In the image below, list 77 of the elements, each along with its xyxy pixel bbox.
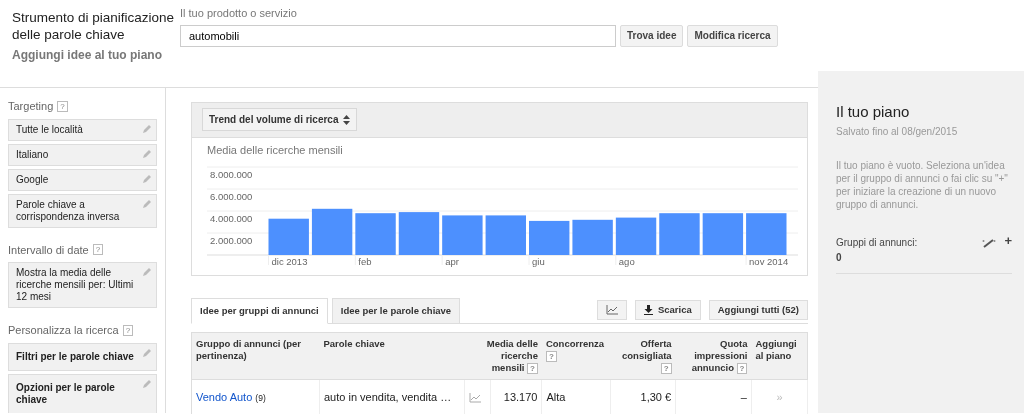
bar [702, 212, 744, 255]
field-label: Il tuo prodotto o servizio [180, 6, 298, 21]
bar [311, 208, 353, 255]
ad-groups-label: Gruppi di annunci: [836, 235, 918, 250]
axis-label: 6.000.000 [210, 190, 253, 202]
keyword-count: (9) [255, 392, 266, 403]
section-title: Targeting [8, 99, 54, 114]
sort-icon [342, 114, 350, 125]
targeting-setting[interactable]: Filtri per le parole chiave [8, 342, 157, 371]
bar [746, 212, 787, 255]
saved-date: Salvato fino al 08/gen/2015 [836, 124, 959, 139]
targeting-setting[interactable]: Parole chiave a corrispondenza inversa [8, 193, 157, 228]
line-chart-icon [605, 304, 618, 315]
empty-plan-message: Il tuo piano è vuoto. Seleziona un'idea per il gruppo di annunci o fai clic su "+" per iniziare la creazione di un nuovo gruppo di annunci. [836, 158, 1009, 211]
page-subtitle: Aggiungi idee al tuo piano [12, 47, 163, 64]
help-icon[interactable]: ? [545, 350, 557, 362]
targeting-setting[interactable]: Opzioni per le parole chiave [8, 373, 157, 413]
axis-label: 4.000.000 [210, 212, 253, 224]
help-icon[interactable]: ? [122, 324, 134, 336]
targeting-setting[interactable]: Tutte le località [8, 118, 157, 141]
page-title: Strumento di pianificazione delle parole chiave [12, 9, 176, 43]
chart-type-select[interactable]: Trend del volume di ricerca [202, 108, 357, 131]
axis-label: feb [358, 255, 372, 267]
help-icon[interactable]: ? [92, 244, 104, 256]
bar [355, 212, 396, 255]
download-icon [643, 304, 653, 315]
bar [572, 219, 613, 255]
column-header: Aggiungi al piano [751, 332, 808, 380]
search-button[interactable]: Trova idee [620, 24, 684, 47]
bar [529, 220, 570, 255]
line-chart-icon[interactable] [469, 392, 481, 403]
search-field[interactable]: automobili [180, 24, 616, 47]
column-header: Parole chiave [319, 332, 465, 380]
chart-button[interactable] [596, 299, 627, 320]
targeting-setting[interactable]: Google [8, 168, 157, 191]
table-cell: Alta [541, 379, 611, 414]
section-title: Intervallo di date [8, 242, 89, 258]
table-cell: – [675, 379, 752, 414]
section-title: Personalizza la ricerca [8, 323, 119, 338]
axis-label: 2.000.000 [210, 234, 253, 246]
bar [268, 218, 309, 255]
column-header: Offerta consigliata ? [610, 332, 676, 380]
axis-label: dic 2013 [271, 255, 308, 267]
ad-groups-count: 0 [836, 250, 843, 265]
axis-label: giu [532, 255, 545, 267]
add-all-button[interactable]: Aggiungi tutti (52) [708, 299, 808, 320]
bar [659, 212, 700, 255]
targeting-setting[interactable]: Italiano [8, 143, 157, 166]
help-icon[interactable]: ? [736, 362, 748, 374]
download-button[interactable]: Scarica [634, 299, 701, 320]
bar [485, 214, 526, 255]
table-cell: 13.170 [490, 379, 542, 414]
help-icon[interactable]: ? [527, 362, 538, 374]
table-cell: 1,30 € [610, 379, 676, 414]
axis-label: 8.000.000 [210, 168, 253, 180]
tab[interactable]: Idee per le parole chiave [331, 297, 461, 324]
search-button[interactable]: Modifica ricerca [687, 24, 778, 47]
column-header: Gruppo di annunci (per pertinenza) [191, 332, 320, 380]
targeting-setting[interactable]: Mostra la media delle ricerche mensili per: Ultimi 12 mesi [8, 262, 157, 308]
help-icon[interactable]: ? [660, 362, 672, 374]
bar [398, 211, 440, 255]
plan-title: Il tuo piano [836, 102, 911, 122]
ad-group-link[interactable]: Vendo Auto [196, 390, 253, 403]
bar [615, 217, 657, 255]
axis-label: nov 2014 [749, 255, 789, 267]
axis-label: apr [445, 255, 459, 267]
table-cell: auto in vendita, vendita … [319, 379, 465, 414]
axis-label: ago [618, 255, 635, 267]
tab[interactable]: Idee per gruppi di annunci [191, 297, 328, 324]
column-header: Quota impressioni annuncio ? [675, 332, 752, 380]
column-header: Concorrenza ? [541, 332, 611, 380]
help-icon[interactable]: ? [57, 100, 68, 112]
bar [442, 214, 483, 255]
chart-title: Media delle ricerche mensili [206, 143, 344, 158]
add-group-button[interactable]: + [1004, 234, 1012, 247]
pencil-icon[interactable] [982, 238, 997, 248]
column-header: Media delle ricerche mensili ? [464, 332, 542, 380]
